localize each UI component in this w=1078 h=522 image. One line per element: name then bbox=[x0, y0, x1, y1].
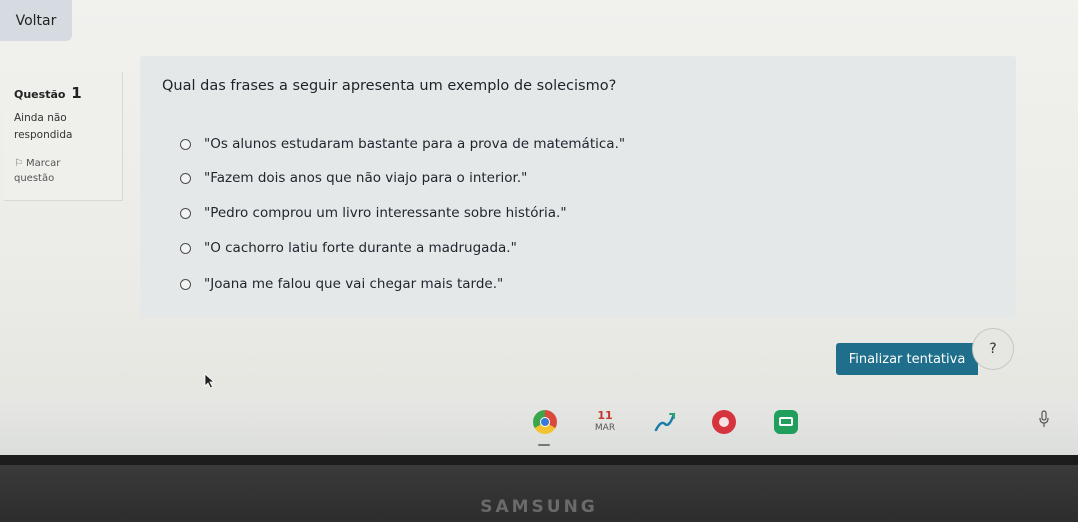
question-status: Ainda não respondida bbox=[14, 110, 72, 144]
calendar-day: 11 bbox=[597, 409, 613, 422]
radio-button[interactable] bbox=[180, 138, 191, 150]
radio-button[interactable] bbox=[180, 242, 191, 254]
status-line-1: Ainda não bbox=[14, 112, 67, 124]
red-app-icon[interactable] bbox=[712, 410, 736, 434]
question-number: 1 bbox=[71, 84, 82, 102]
calendar-month: MAR bbox=[594, 423, 616, 433]
answer-option-1[interactable]: "Os alunos estudaram bastante para a pro… bbox=[180, 136, 625, 152]
answer-option-5[interactable]: "Joana me falou que vai chegar mais tard… bbox=[180, 276, 503, 292]
finish-attempt-button[interactable]: Finalizar tentativa bbox=[836, 343, 978, 375]
flag-line-2[interactable]: questão bbox=[14, 171, 60, 186]
help-button[interactable]: ? bbox=[972, 328, 1014, 370]
question-panel: Qual das frases a seguir apresenta um ex… bbox=[140, 56, 1016, 318]
radio-button[interactable] bbox=[180, 207, 191, 219]
flag-icon: ⚐ bbox=[14, 158, 23, 169]
status-line-2: respondida bbox=[14, 129, 73, 141]
flag-line-1[interactable]: Marcar bbox=[26, 158, 60, 169]
answer-option-3[interactable]: "Pedro comprou um livro interessante sob… bbox=[180, 205, 567, 221]
question-text: Qual das frases a seguir apresenta um ex… bbox=[162, 78, 617, 94]
question-label: Questão bbox=[14, 88, 66, 101]
option-label: "Os alunos estudaram bastante para a pro… bbox=[204, 136, 626, 152]
question-number-label: Questão 1 bbox=[14, 84, 82, 102]
pen-icon[interactable] bbox=[653, 410, 677, 434]
calendar-icon[interactable]: 11 MAR bbox=[593, 410, 617, 434]
active-app-indicator bbox=[538, 444, 550, 446]
option-label: "O cachorro latiu forte durante a madrug… bbox=[204, 240, 517, 256]
mouse-cursor-icon bbox=[204, 373, 216, 389]
radio-button[interactable] bbox=[180, 278, 191, 290]
radio-button[interactable] bbox=[180, 172, 191, 184]
screen: Voltar Questão 1 Ainda não respondida ⚐ M… bbox=[0, 0, 1078, 455]
brand-logo: SAMSUNG bbox=[480, 497, 598, 517]
option-label: "Fazem dois anos que não viajo para o in… bbox=[204, 170, 528, 186]
answer-option-4[interactable]: "O cachorro latiu forte durante a madrug… bbox=[180, 240, 517, 256]
shelf: 11 MAR bbox=[0, 400, 1078, 455]
question-info-box: Questão 1 Ainda não respondida ⚐ Marcar q… bbox=[4, 72, 123, 201]
back-button[interactable]: Voltar bbox=[0, 0, 72, 41]
flag-question-link[interactable]: ⚐ Marcar questão bbox=[14, 156, 60, 186]
answer-option-2[interactable]: "Fazem dois anos que não viajo para o in… bbox=[180, 170, 527, 186]
microphone-icon[interactable] bbox=[1038, 410, 1050, 428]
classroom-icon[interactable] bbox=[774, 410, 798, 434]
option-label: "Pedro comprou um livro interessante sob… bbox=[204, 205, 567, 221]
chrome-icon[interactable] bbox=[533, 410, 557, 434]
option-label: "Joana me falou que vai chegar mais tard… bbox=[204, 276, 504, 292]
screen-edge bbox=[0, 455, 1078, 465]
